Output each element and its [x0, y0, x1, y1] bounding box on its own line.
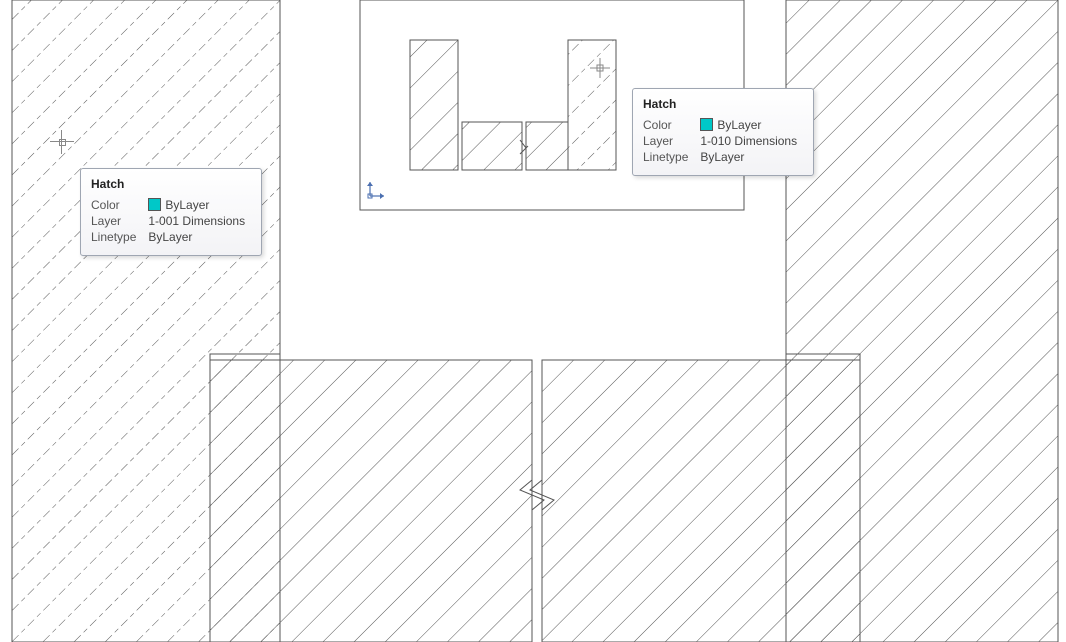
tooltip-layer-value: 1-001 Dimensions	[148, 213, 251, 229]
tooltip-title: Hatch	[643, 97, 803, 111]
tooltip-linetype-label: Linetype	[643, 149, 700, 165]
tooltip-layer-label: Layer	[643, 133, 700, 149]
hatch-region-bottom-left[interactable]	[210, 360, 532, 642]
color-swatch	[700, 118, 713, 131]
tooltip-linetype-value: ByLayer	[148, 229, 251, 245]
tooltip-color-value: ByLayer	[165, 198, 209, 212]
ucs-icon	[367, 182, 384, 199]
tooltip-linetype-value: ByLayer	[700, 149, 803, 165]
drawing-canvas[interactable]	[0, 0, 1066, 642]
tooltip-linetype-label: Linetype	[91, 229, 148, 245]
tooltip-title: Hatch	[91, 177, 251, 191]
hatch-region-bottom-right[interactable]	[542, 360, 860, 642]
hatch-tooltip-right: Hatch Color ByLayer Layer 1-010 Dimensio…	[632, 88, 814, 176]
tooltip-layer-label: Layer	[91, 213, 148, 229]
tooltip-color-label: Color	[643, 117, 700, 133]
color-swatch	[148, 198, 161, 211]
tooltip-color-label: Color	[91, 197, 148, 213]
tooltip-layer-value: 1-010 Dimensions	[700, 133, 803, 149]
hatch-tooltip-left: Hatch Color ByLayer Layer 1-001 Dimensio…	[80, 168, 262, 256]
tooltip-color-value: ByLayer	[717, 118, 761, 132]
